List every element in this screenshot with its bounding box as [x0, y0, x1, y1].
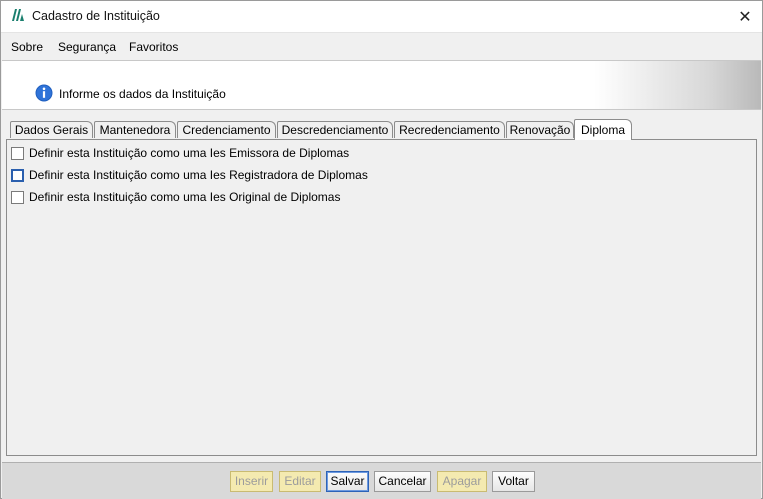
- button-bar: Inserir Editar Salvar Cancelar Apagar Vo…: [2, 462, 761, 499]
- diploma-tab-panel: Definir esta Instituição como uma Ies Em…: [6, 139, 757, 456]
- original-label: Definir esta Instituição como uma Ies Or…: [29, 190, 341, 204]
- window-title: Cadastro de Instituição: [32, 9, 160, 23]
- tab-mantenedora[interactable]: Mantenedora: [94, 121, 176, 138]
- menu-favoritos[interactable]: Favoritos: [129, 40, 178, 54]
- tab-diploma[interactable]: Diploma: [574, 119, 632, 140]
- salvar-button[interactable]: Salvar: [326, 471, 369, 492]
- tab-descredenciamento[interactable]: Descredenciamento: [277, 121, 393, 138]
- menu-seguranca[interactable]: Segurança: [58, 40, 116, 54]
- close-icon: ✕: [738, 8, 752, 26]
- tab-strip: Dados Gerais Mantenedora Credenciamento …: [10, 119, 750, 140]
- registradora-checkbox[interactable]: [11, 168, 24, 182]
- tab-renovacao[interactable]: Renovação: [506, 121, 574, 138]
- apagar-button[interactable]: Apagar: [437, 471, 487, 492]
- original-checkbox[interactable]: [11, 190, 24, 204]
- close-button[interactable]: ✕: [728, 1, 762, 32]
- emissora-label: Definir esta Instituição como uma Ies Em…: [29, 146, 350, 160]
- header-banner: Informe os dados da Instituição: [2, 60, 761, 110]
- app-logo-icon: [12, 9, 24, 21]
- main-window: Cadastro de Instituição ✕ Sobre Seguranç…: [0, 0, 763, 499]
- registradora-option[interactable]: Definir esta Instituição como uma Ies Re…: [11, 167, 368, 183]
- title-bar: Cadastro de Instituição ✕: [1, 1, 762, 32]
- original-option[interactable]: Definir esta Instituição como uma Ies Or…: [11, 189, 340, 205]
- banner-message: Informe os dados da Instituição: [59, 87, 226, 101]
- emissora-option[interactable]: Definir esta Instituição como uma Ies Em…: [11, 145, 349, 161]
- tab-dados-gerais[interactable]: Dados Gerais: [10, 121, 93, 138]
- editar-button[interactable]: Editar: [279, 471, 321, 492]
- info-icon: [35, 84, 53, 102]
- menu-bar: Sobre Segurança Favoritos: [1, 32, 762, 60]
- registradora-label: Definir esta Instituição como uma Ies Re…: [29, 168, 368, 182]
- emissora-checkbox[interactable]: [11, 146, 24, 160]
- cancelar-button[interactable]: Cancelar: [374, 471, 431, 492]
- menu-sobre[interactable]: Sobre: [11, 40, 43, 54]
- inserir-button[interactable]: Inserir: [230, 471, 273, 492]
- voltar-button[interactable]: Voltar: [492, 471, 535, 492]
- tab-credenciamento[interactable]: Credenciamento: [177, 121, 276, 138]
- tab-recredenciamento[interactable]: Recredenciamento: [394, 121, 505, 138]
